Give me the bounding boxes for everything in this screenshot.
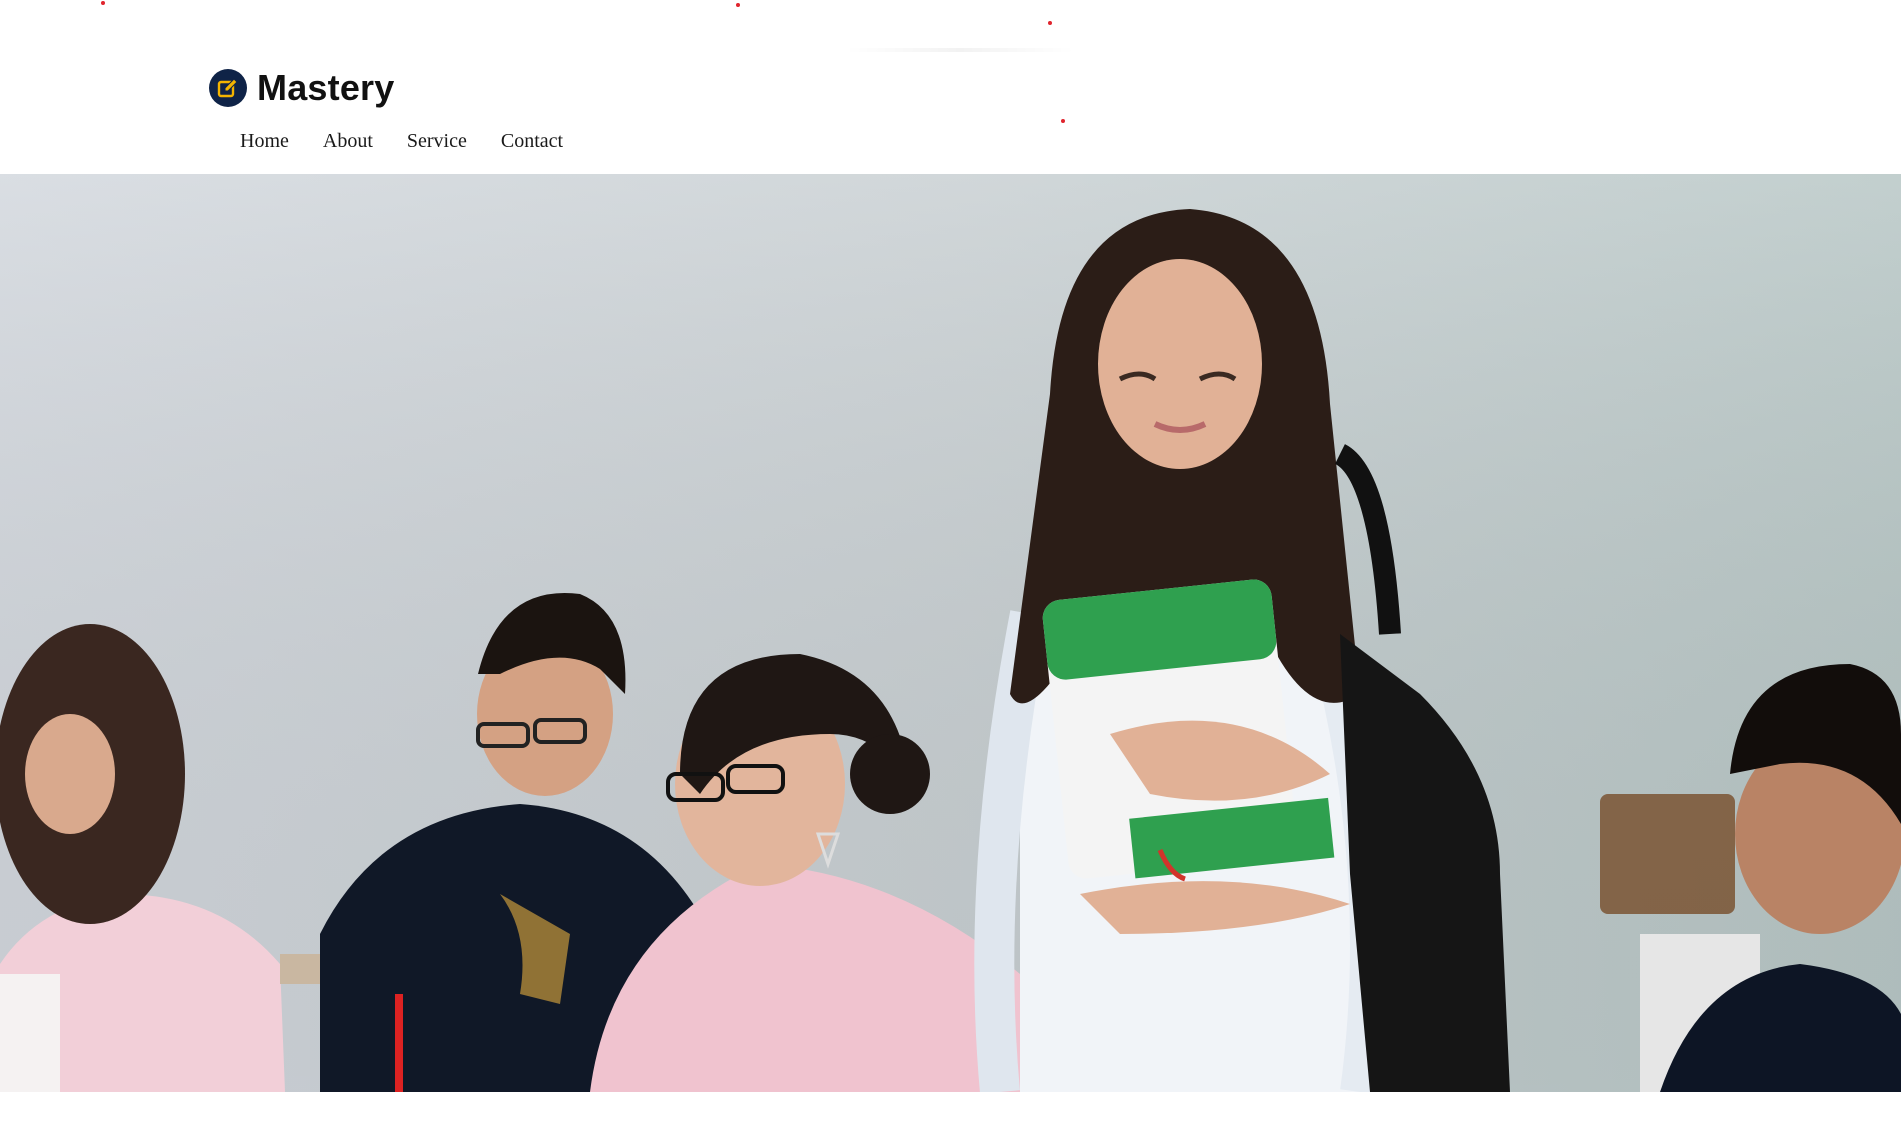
decorative-dot — [736, 3, 740, 7]
main-nav: Home About Service Contact — [240, 130, 563, 153]
decorative-dot — [1061, 119, 1065, 123]
decorative-dot — [101, 1, 105, 5]
edit-icon — [209, 69, 247, 107]
nav-item-contact[interactable]: Contact — [501, 130, 563, 153]
nav-item-about[interactable]: About — [323, 130, 373, 153]
page: Mastery Home About Service Contact — [0, 0, 1901, 1127]
nav-item-service[interactable]: Service — [407, 130, 467, 153]
header-divider — [845, 48, 1075, 52]
nav-item-home[interactable]: Home — [240, 130, 289, 153]
students-photo-illustration — [0, 174, 1901, 1092]
decorative-dot — [1048, 21, 1052, 25]
brand-logo[interactable]: Mastery — [209, 69, 394, 107]
hero-image — [0, 174, 1901, 1092]
brand-name: Mastery — [257, 67, 395, 108]
